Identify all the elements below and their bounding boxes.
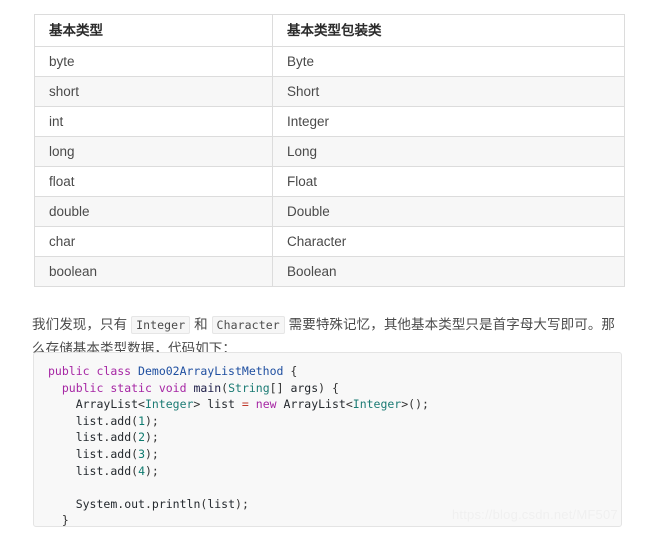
table-row: short Short	[34, 76, 625, 107]
paragraph-text-part2: 和	[190, 316, 212, 332]
cell-primitive-double: double	[34, 196, 273, 227]
cell-wrapper-char: Character	[272, 226, 625, 257]
code-token-add-4: add	[110, 463, 132, 478]
code-token-list-1: list	[75, 413, 104, 428]
cell-wrapper-double: Double	[272, 196, 625, 227]
table-row: boolean Boolean	[34, 256, 625, 287]
code-token-main: main	[193, 380, 222, 395]
cell-primitive-byte: byte	[34, 46, 273, 77]
cell-primitive-short: short	[34, 76, 273, 107]
primitive-wrapper-table-container: 基本类型 基本类型包装类 byte Byte short Short int I…	[34, 14, 625, 287]
page-root: 基本类型 基本类型包装类 byte Byte short Short int I…	[0, 0, 656, 534]
table-header-wrapper-class: 基本类型包装类	[272, 14, 625, 47]
java-code-block: public class Demo02ArrayListMethod { pub…	[33, 352, 622, 527]
code-token-class-name: Demo02ArrayListMethod	[138, 364, 284, 378]
code-token-static: static	[110, 380, 152, 395]
table-row: float Float	[34, 166, 625, 197]
code-token-new: new	[255, 397, 277, 412]
code-content: public class Demo02ArrayListMethod { pub…	[48, 364, 429, 527]
code-token-string: String	[228, 380, 270, 395]
cell-wrapper-byte: Byte	[272, 46, 625, 77]
cell-primitive-float: float	[34, 166, 273, 197]
code-token-list-decl: list	[207, 397, 235, 412]
cell-primitive-int: int	[34, 106, 273, 137]
code-token-assign: =	[241, 397, 249, 412]
code-token-args: args	[290, 380, 319, 395]
cell-wrapper-short: Short	[272, 76, 625, 107]
inline-code-integer: Integer	[131, 315, 191, 334]
table-row: long Long	[34, 136, 625, 167]
cell-wrapper-long: Long	[272, 136, 625, 167]
code-token-list-2: list	[75, 430, 104, 445]
code-token-public: public	[48, 364, 90, 378]
code-token-add-2: add	[110, 430, 132, 445]
cell-wrapper-int: Integer	[272, 106, 625, 137]
code-token-list-4: list	[75, 463, 104, 478]
code-token-list-3: list	[75, 446, 104, 461]
code-token-system: System	[75, 496, 118, 511]
table-row: char Character	[34, 226, 625, 257]
code-token-arraylist-1: ArrayList	[75, 397, 139, 412]
code-token-add-3: add	[110, 446, 132, 461]
code-token-num-1: 1	[138, 413, 145, 428]
primitive-wrapper-table: 基本类型 基本类型包装类 byte Byte short Short int I…	[34, 14, 625, 287]
code-token-list-arg: list	[207, 496, 236, 511]
code-token-public-2: public	[61, 380, 104, 395]
table-header-row: 基本类型 基本类型包装类	[34, 14, 625, 47]
table-row: int Integer	[34, 106, 625, 137]
table-body: byte Byte short Short int Integer long L…	[34, 46, 625, 287]
table-header-primitive-type: 基本类型	[34, 14, 273, 47]
code-token-void: void	[158, 380, 187, 395]
cell-primitive-boolean: boolean	[34, 256, 273, 287]
code-token-arraylist-2: ArrayList	[283, 397, 346, 412]
paragraph-text-part1: 我们发现，只有	[32, 316, 132, 332]
code-token-println: println	[151, 496, 201, 511]
table-row: byte Byte	[34, 46, 625, 77]
code-token-num-3: 3	[138, 446, 145, 461]
code-token-integer-1: Integer	[144, 397, 194, 412]
code-token-num-2: 2	[138, 430, 145, 445]
table-head: 基本类型 基本类型包装类	[34, 14, 625, 47]
code-token-integer-2: Integer	[352, 397, 402, 412]
code-token-class: class	[96, 364, 132, 378]
code-token-out: out	[124, 496, 145, 511]
cell-primitive-long: long	[34, 136, 273, 167]
cell-wrapper-float: Float	[272, 166, 625, 197]
code-token-num-4: 4	[138, 463, 145, 478]
inline-code-character: Character	[211, 315, 285, 334]
code-token-add-1: add	[110, 413, 132, 428]
cell-primitive-char: char	[34, 226, 273, 257]
table-row: double Double	[34, 196, 625, 227]
cell-wrapper-boolean: Boolean	[272, 256, 625, 287]
